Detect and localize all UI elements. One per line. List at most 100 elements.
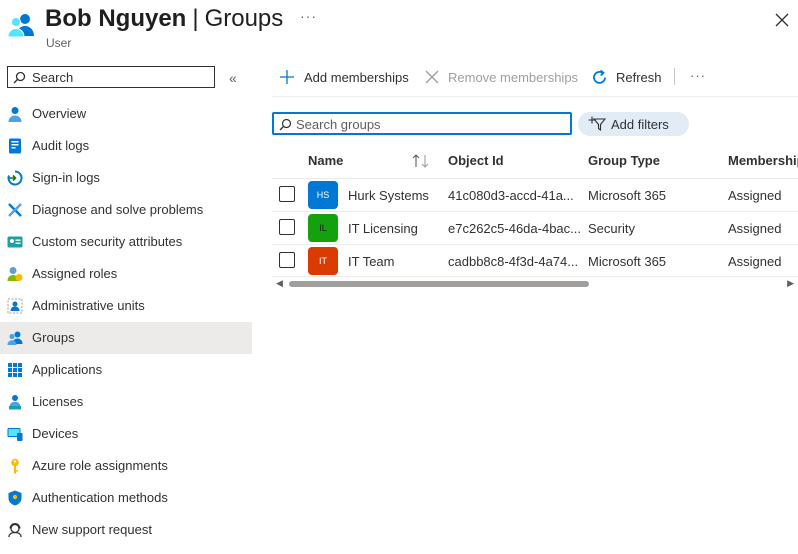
support-icon [7, 522, 23, 538]
group-membership: Assigned [728, 221, 782, 236]
search-icon [279, 118, 292, 136]
roles-icon [7, 266, 23, 282]
plus-icon [279, 69, 295, 88]
scroll-left-icon[interactable]: ◀ [276, 278, 283, 289]
toolbar-separator [272, 96, 798, 97]
row-checkbox[interactable] [279, 252, 295, 268]
sidebar-item-label: Assigned roles [32, 266, 118, 281]
security-attributes-icon [7, 234, 23, 250]
group-type: Microsoft 365 [588, 254, 667, 269]
sidebar-item-sign-in-logs[interactable]: Sign-in logs [0, 162, 252, 194]
user-name: Bob Nguyen [45, 5, 187, 32]
sidebar-item-label: Licenses [32, 394, 84, 409]
refresh-icon [591, 69, 608, 89]
group-membership: Assigned [728, 254, 782, 269]
page-subtitle: User [46, 36, 72, 50]
sidebar-item-administrative-units[interactable]: Administrative units [0, 290, 252, 322]
sidebar-item-label: Sign-in logs [32, 170, 100, 185]
sidebar-item-audit-logs[interactable]: Audit logs [0, 130, 252, 162]
scrollbar-thumb[interactable] [289, 281, 589, 287]
remove-memberships-label: Remove memberships [448, 70, 579, 85]
device-icon [7, 426, 23, 442]
header-more-button[interactable]: ··· [300, 8, 317, 24]
close-x-icon [424, 69, 440, 88]
toolbar-divider [674, 68, 675, 85]
scroll-right-icon[interactable]: ▶ [787, 278, 794, 289]
sidebar-item-label: Groups [32, 330, 75, 345]
close-icon[interactable] [772, 10, 792, 30]
column-header-object-id[interactable]: Object Id [448, 153, 504, 168]
sort-icon[interactable] [412, 154, 430, 171]
table-row[interactable]: HS Hurk Systems 41c080d3-accd-41a... Mic… [272, 178, 798, 212]
group-object-id: cadbb8c8-4f3d-4a74... [448, 254, 579, 269]
users-icon [6, 10, 36, 40]
group-type: Microsoft 365 [588, 188, 667, 203]
sidebar-item-label: Administrative units [32, 298, 145, 313]
sidebar-item-devices[interactable]: Devices [0, 418, 252, 450]
row-checkbox[interactable] [279, 186, 295, 202]
group-object-id: 41c080d3-accd-41a... [448, 188, 574, 203]
column-header-group-type[interactable]: Group Type [588, 153, 660, 168]
sidebar-item-overview[interactable]: Overview [0, 98, 252, 130]
sidebar-item-azure-role-assignments[interactable]: Azure role assignments [0, 450, 252, 482]
sidebar-item-label: Applications [32, 362, 103, 377]
sidebar-search-input[interactable] [32, 69, 210, 85]
wrench-icon [7, 202, 23, 218]
person-icon [7, 106, 23, 122]
group-avatar: IT [308, 247, 338, 275]
refresh-label: Refresh [616, 70, 662, 85]
sidebar-item-applications[interactable]: Applications [0, 354, 252, 386]
sidebar-item-label: Custom security attributes [32, 234, 183, 249]
applications-grid-icon [7, 362, 23, 378]
sidebar-item-assigned-roles[interactable]: Assigned roles [0, 258, 252, 290]
sidebar-item-label: New support request [32, 522, 152, 537]
add-memberships-label: Add memberships [304, 70, 409, 85]
license-icon [7, 394, 23, 410]
sidebar-item-new-support-request[interactable]: New support request [0, 514, 252, 546]
page-title: Bob Nguyen | Groups [45, 5, 283, 33]
sidebar-search[interactable] [7, 66, 215, 88]
column-header-name[interactable]: Name [308, 153, 343, 168]
row-checkbox[interactable] [279, 219, 295, 235]
group-search[interactable] [272, 112, 572, 135]
remove-memberships-button[interactable]: Remove memberships [424, 68, 580, 88]
add-filters-label: Add filters [611, 117, 669, 132]
sidebar-item-authentication-methods[interactable]: Authentication methods [0, 482, 252, 514]
key-icon [7, 458, 23, 474]
shield-icon [7, 490, 23, 506]
group-avatar: HS [308, 181, 338, 209]
groups-icon [7, 330, 23, 346]
group-object-id: e7c262c5-46da-4bac... [448, 221, 581, 236]
add-memberships-button[interactable]: Add memberships [279, 68, 413, 88]
horizontal-scrollbar[interactable]: ◀ ▶ [272, 278, 798, 290]
title-separator: | [192, 5, 199, 32]
sidebar-item-label: Diagnose and solve problems [32, 202, 204, 217]
sidebar-item-label: Audit logs [32, 138, 90, 153]
group-membership: Assigned [728, 188, 782, 203]
section-name: Groups [204, 5, 284, 32]
toolbar-more-button[interactable]: ··· [690, 68, 706, 83]
sidebar-item-label: Overview [32, 106, 87, 121]
sidebar-item-groups[interactable]: Groups [0, 322, 252, 354]
group-avatar: IL [308, 214, 338, 242]
audit-log-icon [7, 138, 23, 154]
table-divider [272, 276, 798, 277]
sign-in-icon [7, 170, 23, 186]
sidebar-item-custom-security-attributes[interactable]: Custom security attributes [0, 226, 252, 258]
table-row[interactable]: IL IT Licensing e7c262c5-46da-4bac... Se… [272, 211, 798, 245]
refresh-button[interactable]: Refresh [591, 68, 663, 88]
collapse-sidebar-button[interactable]: « [229, 70, 237, 86]
sidebar-item-label: Devices [32, 426, 79, 441]
column-header-membership[interactable]: Membership [728, 153, 798, 168]
admin-units-icon [7, 298, 23, 314]
group-search-input[interactable] [296, 116, 566, 132]
sidebar-item-label: Authentication methods [32, 490, 168, 505]
group-type: Security [588, 221, 635, 236]
sidebar-item-diagnose[interactable]: Diagnose and solve problems [0, 194, 252, 226]
sidebar-item-label: Azure role assignments [32, 458, 168, 473]
search-icon [13, 71, 26, 89]
table-row[interactable]: IT IT Team cadbb8c8-4f3d-4a74... Microso… [272, 244, 798, 278]
sidebar-item-licenses[interactable]: Licenses [0, 386, 252, 418]
filter-icon [588, 116, 607, 137]
add-filters-button[interactable]: Add filters [578, 112, 689, 136]
